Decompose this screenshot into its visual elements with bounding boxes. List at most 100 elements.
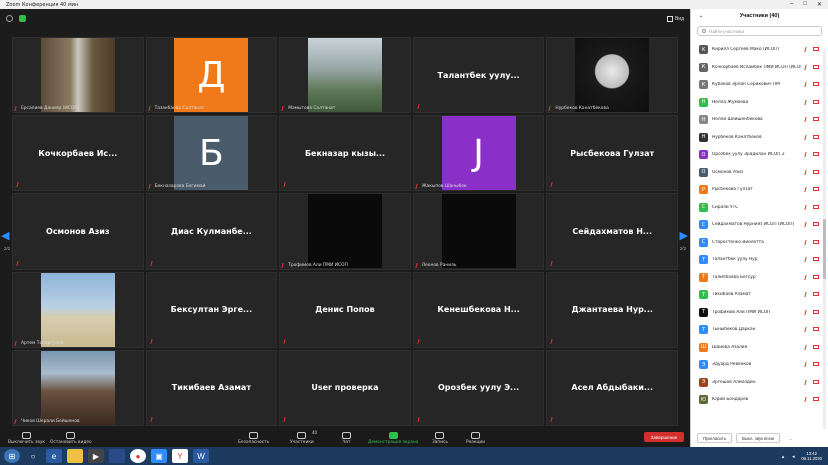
participant-row[interactable]: Т Трофимов Али ПМИ ИСОП [691,304,823,322]
video-off-icon[interactable] [813,292,819,297]
network-icon[interactable]: ▲ [781,454,785,459]
word-icon[interactable]: W [193,449,209,463]
participant-row[interactable]: К Кубаков Эрлан Серикович ПМ [691,76,823,94]
participant-row[interactable]: Н Нелла Жумаева [691,94,823,112]
video-tile[interactable]: Артем Топоргулов [12,271,144,348]
muted-mic-icon[interactable] [804,379,811,385]
muted-mic-icon[interactable] [804,169,811,175]
volume-icon[interactable]: ◄ [791,454,795,459]
video-tile[interactable]: Денис Попов [279,271,411,348]
muted-mic-icon[interactable] [804,344,811,350]
video-off-icon[interactable] [813,309,819,314]
participant-row[interactable]: К Кочкорбаев Исламбек ПМИ ИСОП (ИСОП) [691,59,823,77]
video-tile[interactable]: Д Тазакбаева Салтанат [145,37,278,114]
start-button-icon[interactable]: ⊞ [4,449,20,463]
video-tile[interactable]: Сейдахматов Н... [546,193,678,270]
participant-row[interactable]: Н Нелли Шейшенбекова [691,111,823,129]
encryption-shield-icon[interactable] [19,15,26,22]
video-off-icon[interactable] [813,187,819,192]
mute-all-button[interactable]: Выкл. звук всем [736,433,780,443]
participant-row[interactable]: Н Нурбеков Канатбеков [691,129,823,147]
participant-row[interactable]: О Орозбек уулу Эрадилан ИСОП 2 [691,146,823,164]
video-off-icon[interactable] [813,82,819,87]
participant-row[interactable]: О Осмонов Азиз [691,164,823,182]
video-tile[interactable]: User проверка [279,349,411,426]
mute-button[interactable]: Выключить звук [8,432,45,445]
video-tile[interactable]: Джантаева Нур... [546,271,678,348]
zoom-icon[interactable]: ▣ [151,449,167,463]
video-tile[interactable]: Тикибаев Азамат [145,349,278,426]
muted-mic-icon[interactable] [804,117,811,123]
view-button[interactable]: Вид [666,15,684,22]
participant-search-input[interactable]: Найти участника [697,26,822,36]
participant-row[interactable]: Т Талипбаева Бегсур [691,269,823,287]
muted-mic-icon[interactable] [804,187,811,193]
next-page-arrow-icon[interactable]: ▶ [680,229,688,242]
prev-page-arrow-icon[interactable]: ◀ [1,229,9,242]
muted-mic-icon[interactable] [804,327,811,333]
video-off-icon[interactable] [813,99,819,104]
video-tile[interactable]: Трофимов Али ПМИ ИСОП [279,193,411,270]
video-off-icon[interactable] [813,204,819,209]
chrome-icon[interactable]: ● [130,449,146,463]
video-tile[interactable]: Бексултан Эрге... [145,271,278,348]
video-off-icon[interactable] [813,239,819,244]
ie-icon[interactable]: e [46,449,62,463]
muted-mic-icon[interactable] [804,82,811,88]
participant-row[interactable]: К Кирилл Сергеев Мако (ИСОП) [691,41,823,59]
participant-row[interactable]: Ш Шаиева Азалия [691,339,823,357]
muted-mic-icon[interactable] [804,64,811,70]
end-meeting-button[interactable]: Завершение [644,432,684,442]
participant-row[interactable]: Т Тыныбеков Даркан [691,321,823,339]
record-button[interactable]: Запись [432,432,448,445]
muted-mic-icon[interactable] [804,152,811,158]
video-off-icon[interactable] [813,257,819,262]
close-icon[interactable]: ✕ [817,1,822,8]
participant-row[interactable]: Э Эдуард Ревенков [691,356,823,374]
video-off-icon[interactable] [813,222,819,227]
video-tile[interactable]: Нурбеков Канатбекова [546,37,678,114]
system-clock[interactable]: 13:42 06.11.2020 [801,451,822,461]
muted-mic-icon[interactable] [804,134,811,140]
participant-row[interactable]: С Старостенко Виолетта [691,234,823,252]
video-off-icon[interactable] [813,327,819,332]
video-tile[interactable]: J Жакыпов Шаныбек [412,115,545,192]
video-off-icon[interactable] [813,117,819,122]
chat-button[interactable]: Чат [342,432,351,445]
participant-row[interactable]: Р Рысбекова Гулзат [691,181,823,199]
muted-mic-icon[interactable] [804,99,811,105]
muted-mic-icon[interactable] [804,222,811,228]
muted-mic-icon[interactable] [804,397,811,403]
security-button[interactable]: Безопасность [238,432,269,445]
muted-mic-icon[interactable] [804,257,811,263]
video-tile[interactable]: Кочкорбаев Ис... [12,115,144,192]
video-off-icon[interactable] [813,47,819,52]
muted-mic-icon[interactable] [804,239,811,245]
video-tile[interactable]: Чиков Шерали Бейшенов [12,349,144,426]
invite-button[interactable]: Пригласить [697,433,733,443]
video-off-icon[interactable] [813,397,819,402]
video-tile[interactable]: Леонов Раниль [412,193,545,270]
video-off-icon[interactable] [813,152,819,157]
video-off-icon[interactable] [813,64,819,69]
video-tile[interactable]: Мамытова Салтанат [279,37,411,114]
video-tile[interactable]: Бекназар кызы... [279,115,411,192]
video-off-icon[interactable] [813,379,819,384]
video-tile[interactable]: Осмонов Азиз [12,193,144,270]
video-tile[interactable]: Асел Абдыбаки... [546,349,678,426]
reactions-button[interactable]: Реакции [466,432,485,445]
video-tile[interactable]: Орозбек уулу Э... [412,349,545,426]
video-tile[interactable]: Талантбек уулу... [412,37,545,114]
minimize-icon[interactable]: – [790,1,793,8]
participant-row[interactable]: Э Эргешов Алмаздин [691,374,823,392]
muted-mic-icon[interactable] [804,292,811,298]
save-icon[interactable] [109,449,125,463]
participant-row[interactable]: Ю Юрий Бондарев [691,391,823,409]
info-icon[interactable] [6,15,13,22]
yandex-icon[interactable]: Y [172,449,188,463]
chevron-down-icon[interactable]: ⌄ [699,13,703,19]
participant-list-scrollbar[interactable] [823,49,826,429]
media-player-icon[interactable]: ▶ [88,449,104,463]
video-off-icon[interactable] [813,134,819,139]
video-off-icon[interactable] [813,169,819,174]
